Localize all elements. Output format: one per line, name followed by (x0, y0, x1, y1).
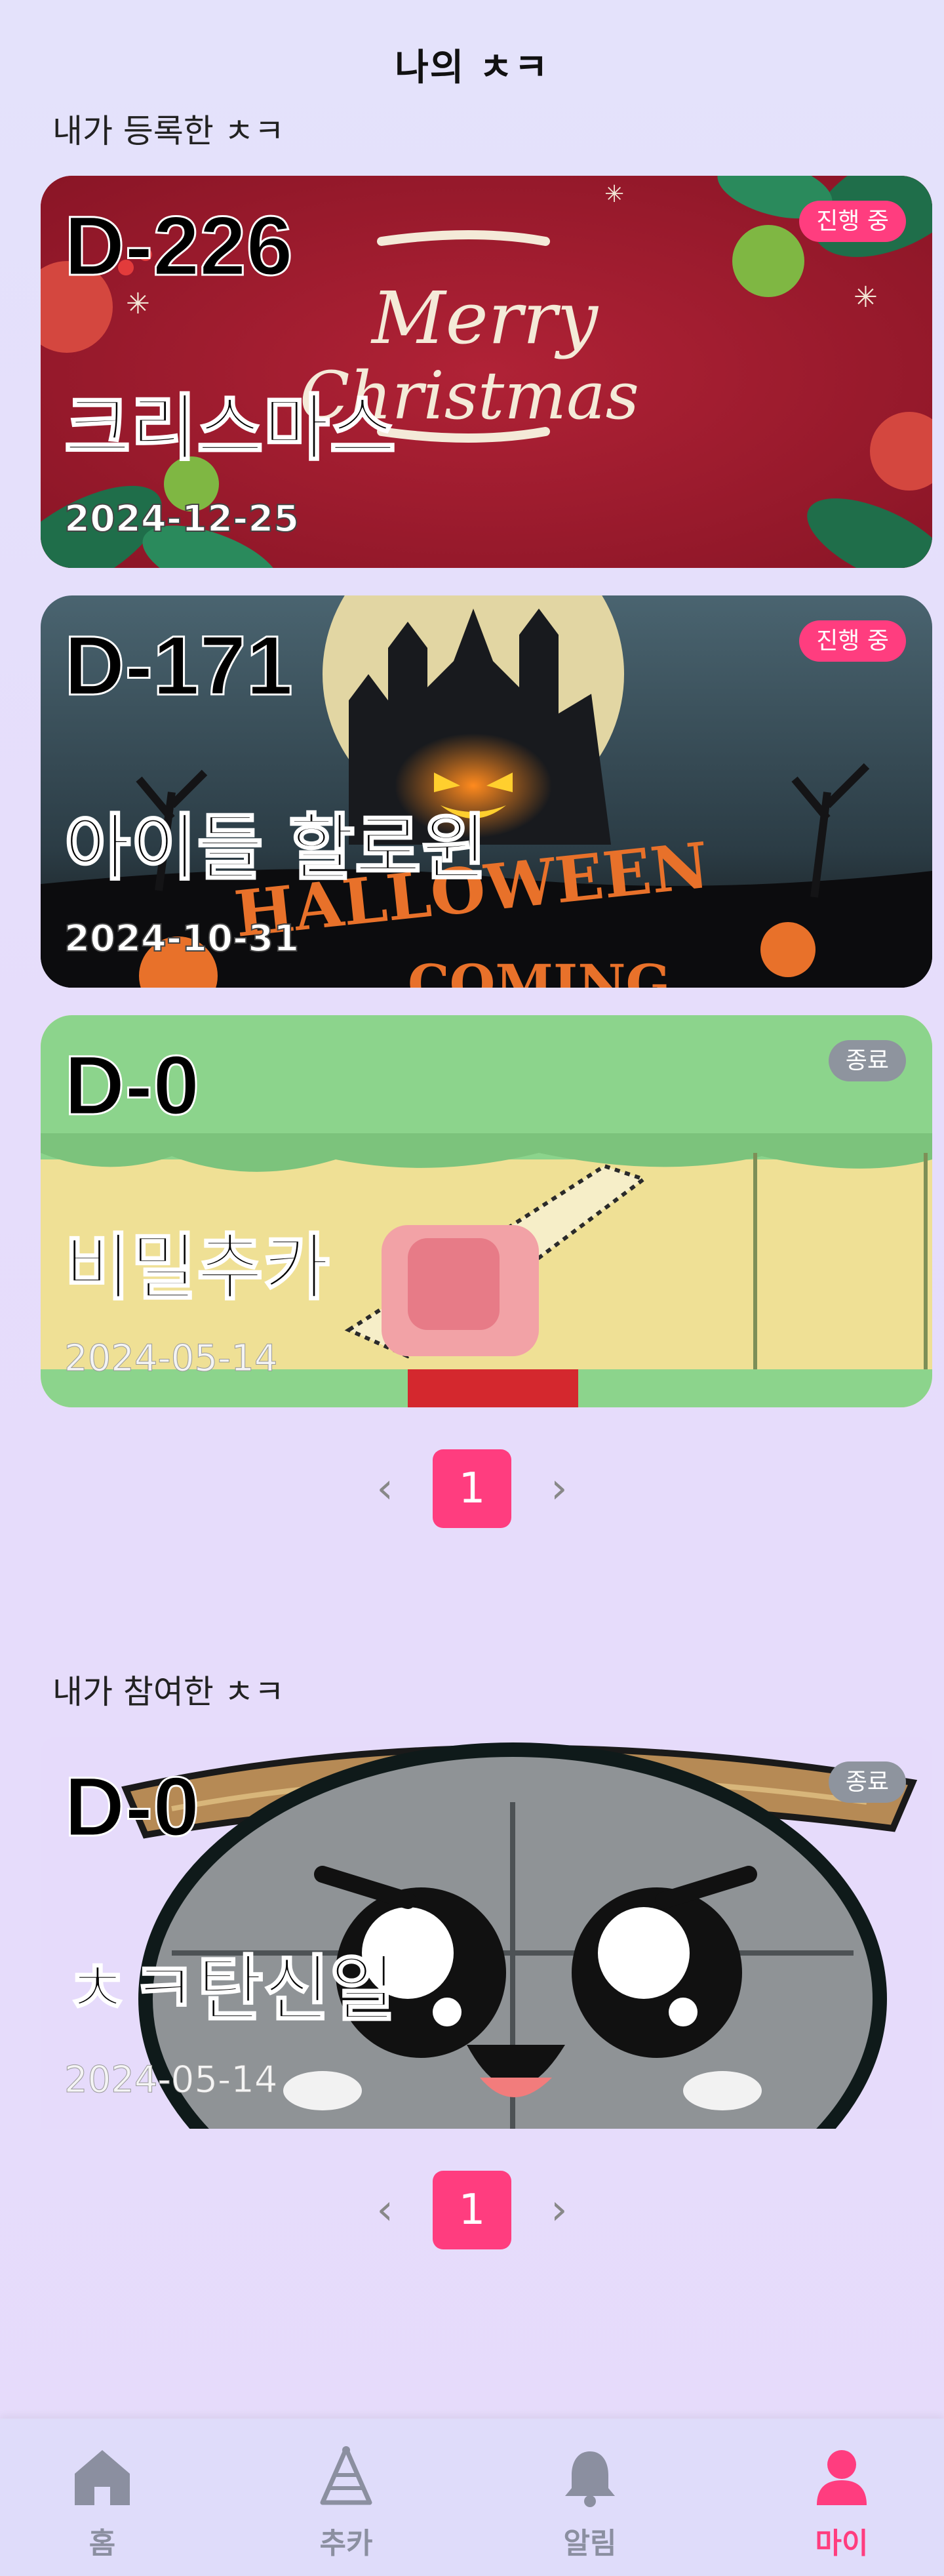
card-dday: D-226 (64, 199, 294, 293)
event-card-halloween[interactable]: HALLOWEEN COMING D-171 진행 중 아이들 할로윈 2024… (41, 595, 932, 988)
event-card-christmas[interactable]: ✳ ✳ ✳ Merry Christmas D-226 진행 중 크리스마스 2… (41, 176, 932, 568)
bell-icon (565, 2451, 615, 2507)
card-event-date: 2024-10-31 (64, 917, 300, 960)
tab-home[interactable]: 홈 (37, 2445, 168, 2562)
page-1-button[interactable]: 1 (433, 2171, 511, 2249)
next-page-button[interactable]: › (551, 1464, 568, 1513)
home-icon (75, 2450, 130, 2505)
tab-label: 알림 (563, 2527, 617, 2560)
party-hat-icon (320, 2446, 372, 2505)
status-badge: 진행 중 (799, 620, 906, 662)
card-event-name: 비밀추카 (64, 1226, 331, 1310)
svg-text:✳: ✳ (604, 181, 624, 208)
card-event-date: 2024-05-14 (64, 1337, 278, 1380)
prev-page-button[interactable]: ‹ (376, 2186, 393, 2234)
bottom-tab-bar: 홈 추카 알림 마이 (0, 2419, 944, 2576)
tab-party[interactable]: 추카 (281, 2445, 412, 2562)
page-1-button[interactable]: 1 (433, 1449, 511, 1528)
participated-section-title: 내가 참여한 ㅊㅋ (52, 1673, 285, 1711)
card-dday: D-171 (64, 619, 294, 713)
card-event-date: 2024-12-25 (64, 498, 300, 540)
tab-label: 홈 (88, 2527, 116, 2560)
status-badge: 종료 (828, 1040, 906, 1082)
svg-text:Merry: Merry (370, 276, 599, 360)
tab-label: 마이 (815, 2527, 869, 2560)
svg-text:✳: ✳ (854, 281, 878, 314)
participated-pagination: ‹ 1 › (0, 2171, 944, 2249)
registered-pagination: ‹ 1 › (0, 1449, 944, 1528)
card-dday: D-0 (63, 1039, 200, 1133)
card-dday: D-0 (63, 1760, 200, 1854)
page-title: 나의 ㅊㅋ (395, 47, 549, 89)
status-badge: 종료 (828, 1761, 906, 1803)
svg-text:COMING: COMING (408, 953, 671, 988)
card-event-name: 아이들 할로윈 (64, 806, 488, 890)
tab-my[interactable]: 마이 (776, 2445, 907, 2562)
card-event-name: ㅊㅋ탄신일 (64, 1947, 397, 2031)
event-card-secret[interactable]: D-0 종료 비밀추카 2024-05-14 (41, 1015, 932, 1407)
card-event-date: 2024-05-14 (64, 2059, 278, 2101)
status-badge: 진행 중 (799, 201, 906, 243)
next-page-button[interactable]: › (551, 2186, 568, 2234)
user-icon (817, 2450, 867, 2505)
tab-label: 추카 (319, 2527, 373, 2560)
prev-page-button[interactable]: ‹ (376, 1464, 393, 1513)
card-event-name: 크리스마스 (64, 386, 397, 470)
tab-notifications[interactable]: 알림 (524, 2445, 656, 2562)
registered-section-title: 내가 등록한 ㅊㅋ (52, 112, 285, 150)
event-card-birthday[interactable]: D-0 종료 ㅊㅋ탄신일 2024-05-14 (41, 1737, 932, 2129)
